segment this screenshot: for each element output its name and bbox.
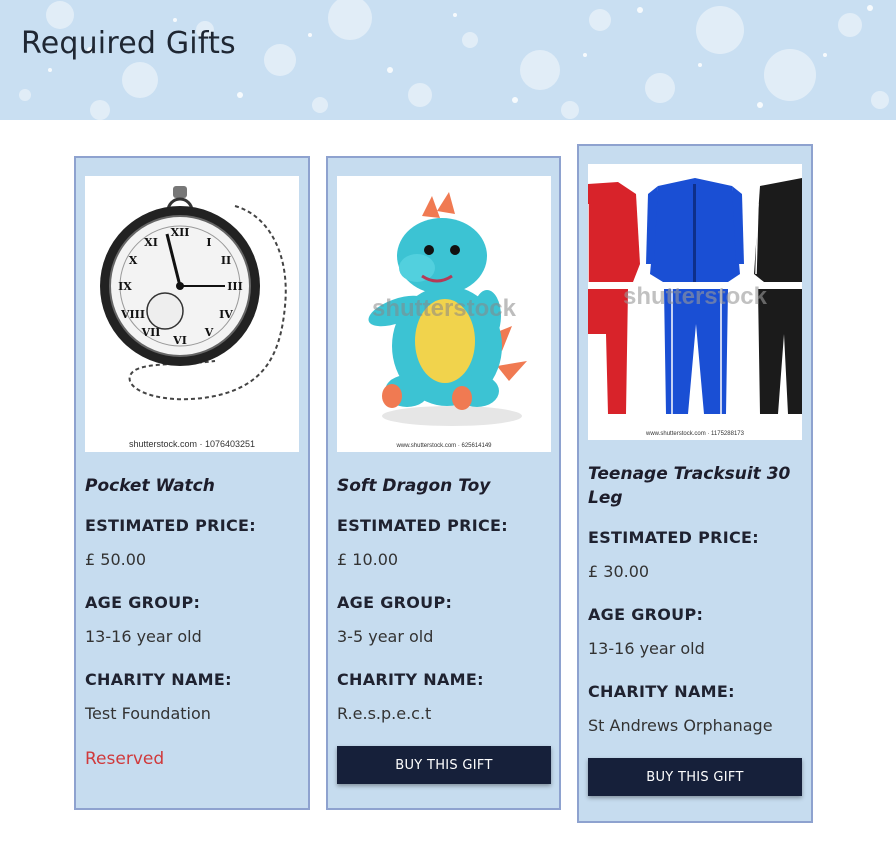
gift-image: XII III VI IX I II IV V VII VIII X XI shutters… [85, 176, 299, 452]
price-label: ESTIMATED PRICE: [337, 516, 508, 535]
page-title: Required Gifts [21, 26, 236, 61]
svg-text:VI: VI [172, 334, 187, 347]
gift-card-soft-dragon-toy: shutterstock www.shutterstock.com · 6256… [326, 156, 561, 810]
buy-gift-button[interactable]: BUY THIS GIFT [588, 758, 802, 796]
price-value: £ 30.00 [588, 562, 650, 581]
age-label: AGE GROUP: [337, 593, 453, 612]
dragon-toy-image: shutterstock [368, 192, 527, 426]
gift-name: Soft Dragon Toy [337, 476, 491, 496]
svg-text:III: III [227, 280, 242, 293]
age-value: 3-5 year old [337, 627, 434, 646]
age-label: AGE GROUP: [588, 605, 704, 624]
price-value: £ 50.00 [85, 550, 147, 569]
svg-text:XI: XI [144, 236, 158, 249]
gift-image: shutterstock www.shutterstock.com · 6256… [337, 176, 551, 452]
charity-value: R.e.s.p.e.c.t [337, 704, 432, 723]
charity-label: CHARITY NAME: [337, 670, 484, 689]
image-watermark: shutterstock [623, 283, 768, 310]
svg-text:I: I [206, 236, 211, 249]
age-value: 13-16 year old [588, 639, 705, 658]
age-label: AGE GROUP: [85, 593, 201, 612]
gift-card-pocket-watch: XII III VI IX I II IV V VII VIII X XI shutters… [74, 156, 310, 810]
reserved-status: Reserved [85, 749, 165, 769]
price-label: ESTIMATED PRICE: [85, 516, 256, 535]
pocket-watch-image: XIIIII VIIX III IVV VIIVIII XXI [100, 186, 287, 401]
gift-name: Teenage Tracksuit 30 Leg [588, 464, 791, 508]
gift-card-teenage-tracksuit: shutterstock www.shutterstock.com · 1175… [577, 144, 813, 823]
charity-value: St Andrews Orphanage [588, 716, 773, 735]
svg-text:IV: IV [219, 308, 233, 321]
charity-label: CHARITY NAME: [85, 670, 232, 689]
image-caption: shutterstock.com · 1076403251 [128, 439, 256, 449]
image-watermark: shutterstock [372, 295, 517, 322]
svg-text:X: X [129, 254, 138, 267]
age-value: 13-16 year old [85, 627, 202, 646]
price-value: £ 10.00 [337, 550, 399, 569]
svg-text:II: II [221, 254, 231, 267]
image-caption: www.shutterstock.com · 1175288173 [646, 431, 744, 437]
charity-label: CHARITY NAME: [588, 682, 735, 701]
svg-text:VIII: VIII [120, 308, 145, 321]
tracksuit-image: shutterstock [588, 178, 802, 414]
svg-text:XII: XII [171, 226, 190, 239]
price-label: ESTIMATED PRICE: [588, 528, 759, 547]
gift-name: Pocket Watch [85, 476, 215, 496]
svg-text:IX: IX [118, 280, 132, 293]
image-caption: www.shutterstock.com · 625614149 [396, 443, 492, 449]
charity-value: Test Foundation [85, 704, 211, 723]
svg-text:V: V [204, 326, 214, 339]
header-banner: Required Gifts [0, 0, 896, 120]
gift-image: shutterstock www.shutterstock.com · 1175… [588, 164, 802, 440]
buy-gift-button[interactable]: BUY THIS GIFT [337, 746, 551, 784]
